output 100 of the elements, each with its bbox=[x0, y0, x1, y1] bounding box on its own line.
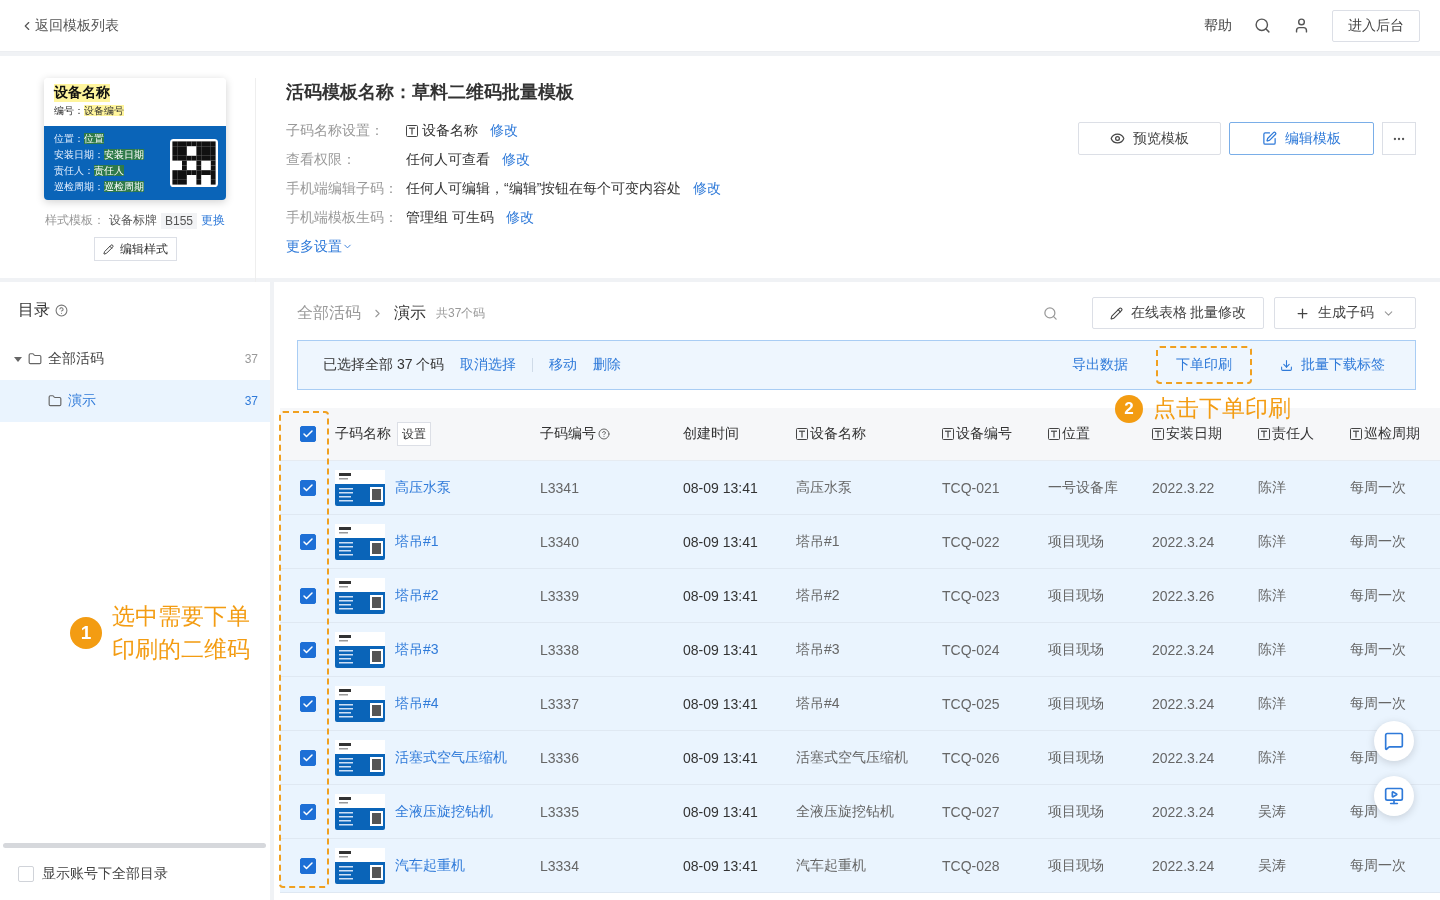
chat-icon bbox=[1384, 731, 1404, 751]
item-name-link[interactable]: 活塞式空气压缩机 bbox=[395, 748, 507, 767]
modify-link[interactable]: 修改 bbox=[505, 208, 534, 227]
table-cell-text: 陈洋 bbox=[1258, 478, 1287, 497]
item-name-link[interactable]: 塔吊#1 bbox=[395, 532, 439, 551]
user-icon[interactable] bbox=[1293, 17, 1310, 34]
preview-field: 位置：位置 bbox=[54, 132, 144, 146]
search-icon[interactable] bbox=[1254, 17, 1271, 34]
caret-icon[interactable] bbox=[14, 355, 22, 363]
column-header: 位置 bbox=[1048, 425, 1152, 443]
row-checkbox[interactable] bbox=[299, 749, 316, 766]
edit-template-button[interactable]: 编辑模板 bbox=[1229, 122, 1374, 155]
preview-field: 安装日期：安装日期 bbox=[54, 148, 144, 162]
help-icon[interactable] bbox=[55, 303, 68, 317]
item-name-link[interactable]: 塔吊#4 bbox=[395, 694, 439, 713]
table-cell-text: 陈洋 bbox=[1258, 586, 1287, 605]
scrollbar[interactable] bbox=[3, 843, 266, 848]
edit-style-button[interactable]: 编辑样式 bbox=[93, 237, 177, 261]
row-checkbox[interactable] bbox=[299, 587, 316, 604]
preview-button[interactable]: 预览模板 bbox=[1078, 122, 1221, 155]
breadcrumb-current: 演示 bbox=[394, 302, 426, 323]
item-name-link[interactable]: 塔吊#2 bbox=[395, 586, 439, 605]
table-cell-text: 每周一次 bbox=[1350, 694, 1407, 713]
row-checkbox[interactable] bbox=[299, 479, 316, 496]
table-row[interactable]: 塔吊#4 L3337 08-09 13:41 塔吊#4 TCQ-025 项目现场 2022.3.24 陈洋 每周一次 bbox=[280, 677, 1440, 731]
table-row[interactable]: 塔吊#1 L3340 08-09 13:41 塔吊#1 TCQ-022 项目现场 2022.3.24 陈洋 每周一次 bbox=[280, 515, 1440, 569]
table-cell-text: 每周 bbox=[1350, 748, 1379, 767]
item-name-link[interactable]: 塔吊#3 bbox=[395, 640, 439, 659]
action-link[interactable]: 导出数据 bbox=[1072, 356, 1128, 374]
modify-link[interactable]: 修改 bbox=[693, 179, 722, 198]
help-link[interactable]: 帮助 bbox=[1204, 16, 1232, 35]
table-cell-text: 2022.3.24 bbox=[1152, 803, 1216, 820]
count-note: 共37个码 bbox=[436, 304, 486, 322]
table-cell-text: TCQ-023 bbox=[942, 587, 1001, 604]
table-cell-text: 陈洋 bbox=[1258, 694, 1287, 713]
folder-icon bbox=[48, 394, 62, 408]
column-header: 创建时间 bbox=[683, 425, 740, 443]
table-cell-text: 塔吊#1 bbox=[796, 532, 841, 551]
row-checkbox[interactable] bbox=[299, 695, 316, 712]
item-name-link[interactable]: 汽车起重机 bbox=[395, 856, 465, 875]
text-field-icon bbox=[1152, 428, 1164, 440]
select-all-checkbox[interactable] bbox=[299, 426, 316, 442]
table-cell-text: 陈洋 bbox=[1258, 532, 1287, 551]
change-link[interactable]: 更换 bbox=[201, 212, 225, 229]
table-cell-text: 08-09 13:41 bbox=[683, 857, 759, 874]
style-label: 样式模板： bbox=[45, 212, 105, 229]
row-checkbox[interactable] bbox=[299, 803, 316, 820]
label-thumbnail-icon bbox=[335, 577, 385, 614]
more-settings-link[interactable]: 更多设置 bbox=[286, 237, 353, 256]
table-cell-text: 吴涛 bbox=[1258, 856, 1287, 875]
column-header: 设备名称 bbox=[796, 425, 942, 443]
table-cell-text: 每周一次 bbox=[1350, 640, 1407, 659]
help-icon[interactable] bbox=[598, 428, 610, 440]
back-link[interactable]: 返回模板列表 bbox=[20, 16, 119, 35]
action-link[interactable]: 批量下载标签 bbox=[1280, 356, 1385, 374]
action-link[interactable]: 删除 bbox=[593, 356, 622, 374]
modify-link[interactable]: 修改 bbox=[502, 150, 530, 169]
action-link[interactable]: 取消选择 bbox=[460, 356, 517, 374]
table-cell-text: TCQ-028 bbox=[942, 857, 1001, 874]
label-thumbnail-icon bbox=[335, 793, 385, 830]
table-row[interactable]: 汽车起重机 L3334 08-09 13:41 汽车起重机 TCQ-028 项目现场 2022.3.24 吴涛 每周一次 bbox=[280, 839, 1440, 893]
table-cell-text: 每周 bbox=[1350, 802, 1379, 821]
download-icon bbox=[1280, 358, 1293, 372]
table-cell-text: 08-09 13:41 bbox=[683, 479, 759, 496]
table-cell-text: 08-09 13:41 bbox=[683, 587, 759, 604]
generate-button[interactable]: 生成子码 bbox=[1274, 297, 1416, 329]
admin-button[interactable]: 进入后台 bbox=[1332, 9, 1420, 42]
edit-icon bbox=[1262, 131, 1277, 146]
checkbox[interactable] bbox=[18, 866, 34, 882]
annotation-text: 选中需要下单印刷的二维码 bbox=[112, 602, 251, 665]
table-cell-text: 项目现场 bbox=[1048, 748, 1105, 767]
table-cell-text: 08-09 13:41 bbox=[683, 803, 759, 820]
row-checkbox[interactable] bbox=[299, 857, 316, 874]
table-row[interactable]: 塔吊#2 L3339 08-09 13:41 塔吊#2 TCQ-023 项目现场 2022.3.26 陈洋 每周一次 bbox=[280, 569, 1440, 623]
row-checkbox[interactable] bbox=[299, 641, 316, 658]
column-header: 责任人 bbox=[1258, 425, 1350, 443]
setting-value: 任何人可编辑，“编辑”按钮在每个可变内容处 bbox=[406, 179, 682, 198]
action-link[interactable]: 下单印刷 bbox=[1176, 356, 1232, 374]
item-name-link[interactable]: 全液压旋挖钻机 bbox=[395, 802, 493, 821]
item-name-link[interactable]: 高压水泵 bbox=[395, 478, 451, 497]
settings-button[interactable]: 设置 bbox=[397, 422, 431, 446]
template-title: 活码模板名称：草料二维码批量模板 bbox=[286, 81, 575, 104]
tree-item[interactable]: 演示 37 bbox=[0, 380, 270, 422]
pencil-icon bbox=[102, 243, 114, 255]
table-row[interactable]: 塔吊#3 L3338 08-09 13:41 塔吊#3 TCQ-024 项目现场 2022.3.24 陈洋 每周一次 bbox=[280, 623, 1440, 677]
breadcrumb-link[interactable]: 全部活码 bbox=[297, 302, 361, 324]
table-cell-text: L3338 bbox=[540, 641, 580, 658]
table-row[interactable]: 活塞式空气压缩机 L3336 08-09 13:41 活塞式空气压缩机 TCQ-026 项目现场 2022.3.24 陈洋 每周 bbox=[280, 731, 1440, 785]
row-checkbox[interactable] bbox=[299, 533, 316, 550]
table-row[interactable]: 高压水泵 L3341 08-09 13:41 高压水泵 TCQ-021 一号设备库 2022.3.22 陈洋 每周一次 bbox=[280, 461, 1440, 515]
table-cell-text: 08-09 13:41 bbox=[683, 749, 759, 766]
table-cell-text: 项目现场 bbox=[1048, 640, 1105, 659]
action-link[interactable]: 移动 bbox=[549, 356, 578, 374]
column-header: 子码编号 bbox=[540, 425, 683, 443]
table-cell-text: 一号设备库 bbox=[1048, 478, 1119, 497]
table-row[interactable]: 全液压旋挖钻机 L3335 08-09 13:41 全液压旋挖钻机 TCQ-027 项目现场 2022.3.24 吴涛 每周 bbox=[280, 785, 1440, 839]
batch-edit-button[interactable]: 在线表格 批量修改 bbox=[1092, 297, 1264, 329]
text-field-icon bbox=[942, 428, 954, 440]
tree-item[interactable]: 全部活码 37 bbox=[0, 338, 270, 380]
modify-link[interactable]: 修改 bbox=[490, 121, 518, 140]
